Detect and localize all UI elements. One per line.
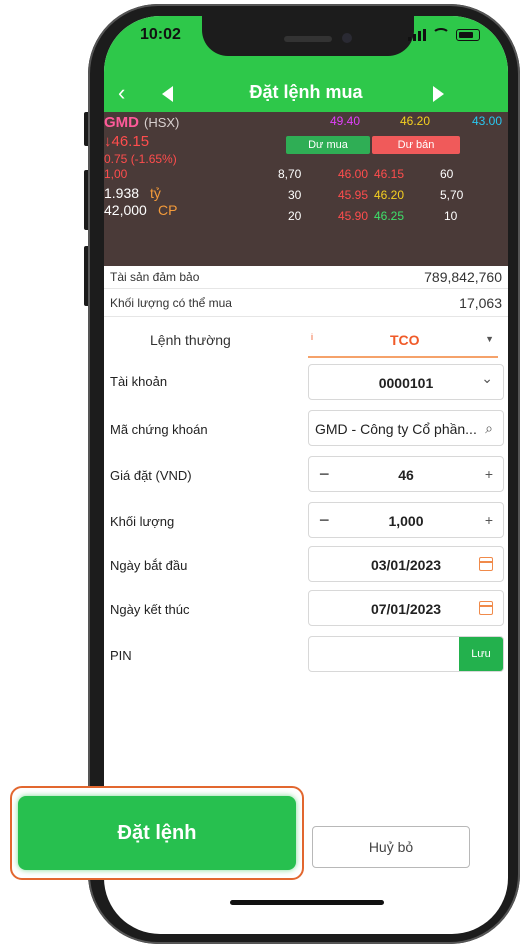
divider <box>104 316 508 317</box>
status-icons <box>408 28 480 42</box>
wifi-icon <box>432 28 450 42</box>
account-value: 0000101 <box>378 375 434 391</box>
collateral-value: 789,842,760 <box>424 269 502 285</box>
account-select[interactable]: 0000101 ⌄ <box>308 364 504 400</box>
next-triangle-icon[interactable] <box>433 86 444 102</box>
save-pin-button[interactable]: Lưu <box>459 637 503 671</box>
speaker <box>284 36 332 42</box>
submit-order-button[interactable]: Đặt lệnh <box>18 796 296 870</box>
header-row: ‹ Đặt lệnh mua <box>104 76 508 112</box>
current-price: ↓46.15 <box>104 133 150 150</box>
trade-volume-unit: CP <box>158 202 178 218</box>
bid-price-1: 46.00 <box>338 167 369 181</box>
phone-notch <box>202 16 414 56</box>
exchange-label: (HSX) <box>144 115 180 130</box>
bid-price-2: 45.95 <box>338 188 369 202</box>
ask-volume-2: 5,70 <box>440 188 464 202</box>
reference-price: 46.20 <box>400 114 431 128</box>
ask-price-3: 46.25 <box>374 209 405 223</box>
pin-label: PIN <box>110 648 132 663</box>
calendar-icon[interactable] <box>479 601 493 615</box>
cancel-button[interactable]: Huỷ bỏ <box>312 826 470 868</box>
bid-volume-2: 30 <box>288 188 302 202</box>
ceiling-price: 49.40 <box>330 114 361 128</box>
tab-tco[interactable]: TCO <box>390 332 420 348</box>
price-label: Giá đặt (VND) <box>110 468 192 483</box>
app-header: 10:02 ‹ Đặt lệnh mua <box>104 16 508 124</box>
ask-price-2: 46.20 <box>374 188 405 202</box>
bid-price-3: 45.90 <box>338 209 369 223</box>
ask-header: Dư bán <box>372 136 460 154</box>
buyable-value: 17,063 <box>459 295 502 311</box>
pin-field[interactable]: Lưu <box>308 636 504 672</box>
ratio-value: 1,00 <box>104 167 128 181</box>
ask-volume-3: 10 <box>444 209 458 223</box>
end-date-label: Ngày kết thúc <box>110 602 190 617</box>
quantity-label: Khối lượng <box>110 514 175 529</box>
chevron-down-icon: ⌄ <box>481 370 493 386</box>
trade-volume: 42,000 <box>104 202 147 218</box>
buyable-label: Khối lượng có thể mua <box>110 296 232 310</box>
account-label: Tài khoản <box>110 374 168 389</box>
ask-volume-1: 60 <box>440 167 454 181</box>
plus-icon[interactable]: + <box>485 466 493 482</box>
status-time: 10:02 <box>140 26 181 43</box>
submit-highlight: Đặt lệnh <box>10 786 304 880</box>
quantity-stepper[interactable]: − 1,000 + <box>308 502 504 538</box>
bid-volume-1: 8,70 <box>278 167 302 181</box>
buyable-row: Khối lượng có thể mua 17,063 <box>104 292 508 314</box>
camera <box>342 33 352 43</box>
home-indicator <box>230 900 384 905</box>
collateral-label: Tài sản đảm bảo <box>110 270 200 284</box>
symbol-code: GMD <box>104 114 139 131</box>
symbol-label: Mã chứng khoán <box>110 422 208 437</box>
start-date-field[interactable]: 03/01/2023 <box>308 546 504 582</box>
symbol-value: GMD - Công ty Cổ phần... <box>315 421 477 437</box>
ask-price-1: 46.15 <box>374 167 405 181</box>
trade-value-unit: tỷ <box>150 185 161 201</box>
price-value[interactable]: 46 <box>309 467 503 483</box>
calendar-icon[interactable] <box>479 557 493 571</box>
price-stepper[interactable]: − 46 + <box>308 456 504 492</box>
market-panel: GMD (HSX) ↓46.15 0.75 (-1.65%) 1,00 1.93… <box>104 112 508 266</box>
end-date-value: 07/01/2023 <box>370 601 442 617</box>
info-icon[interactable]: i <box>311 332 313 342</box>
floor-price: 43.00 <box>472 114 503 128</box>
start-date-label: Ngày bắt đầu <box>110 558 188 573</box>
plus-icon[interactable]: + <box>485 512 493 528</box>
tab-normal-order[interactable]: Lệnh thường <box>150 332 231 348</box>
trade-value: 1.938 <box>104 185 140 201</box>
start-date-value: 03/01/2023 <box>370 557 442 573</box>
page-title: Đặt lệnh mua <box>249 82 363 102</box>
quantity-value[interactable]: 1,000 <box>309 513 503 529</box>
active-tab-indicator <box>308 356 498 358</box>
bid-volume-3: 20 <box>288 209 302 223</box>
bid-header: Dư mua <box>286 136 370 154</box>
price-change: 0.75 (-1.65%) <box>104 152 177 166</box>
chevron-down-icon[interactable]: ▼ <box>485 334 494 344</box>
signal-icon <box>408 29 426 41</box>
order-type-tabs: Lệnh thường i TCO ▼ <box>104 324 508 358</box>
collateral-row: Tài sản đảm bảo 789,842,760 <box>104 268 508 290</box>
end-date-field[interactable]: 07/01/2023 <box>308 590 504 626</box>
battery-icon <box>456 29 480 41</box>
symbol-search-field[interactable]: GMD - Công ty Cổ phần... ⌕ <box>308 410 504 446</box>
search-icon[interactable]: ⌕ <box>485 420 493 437</box>
divider <box>104 288 508 289</box>
